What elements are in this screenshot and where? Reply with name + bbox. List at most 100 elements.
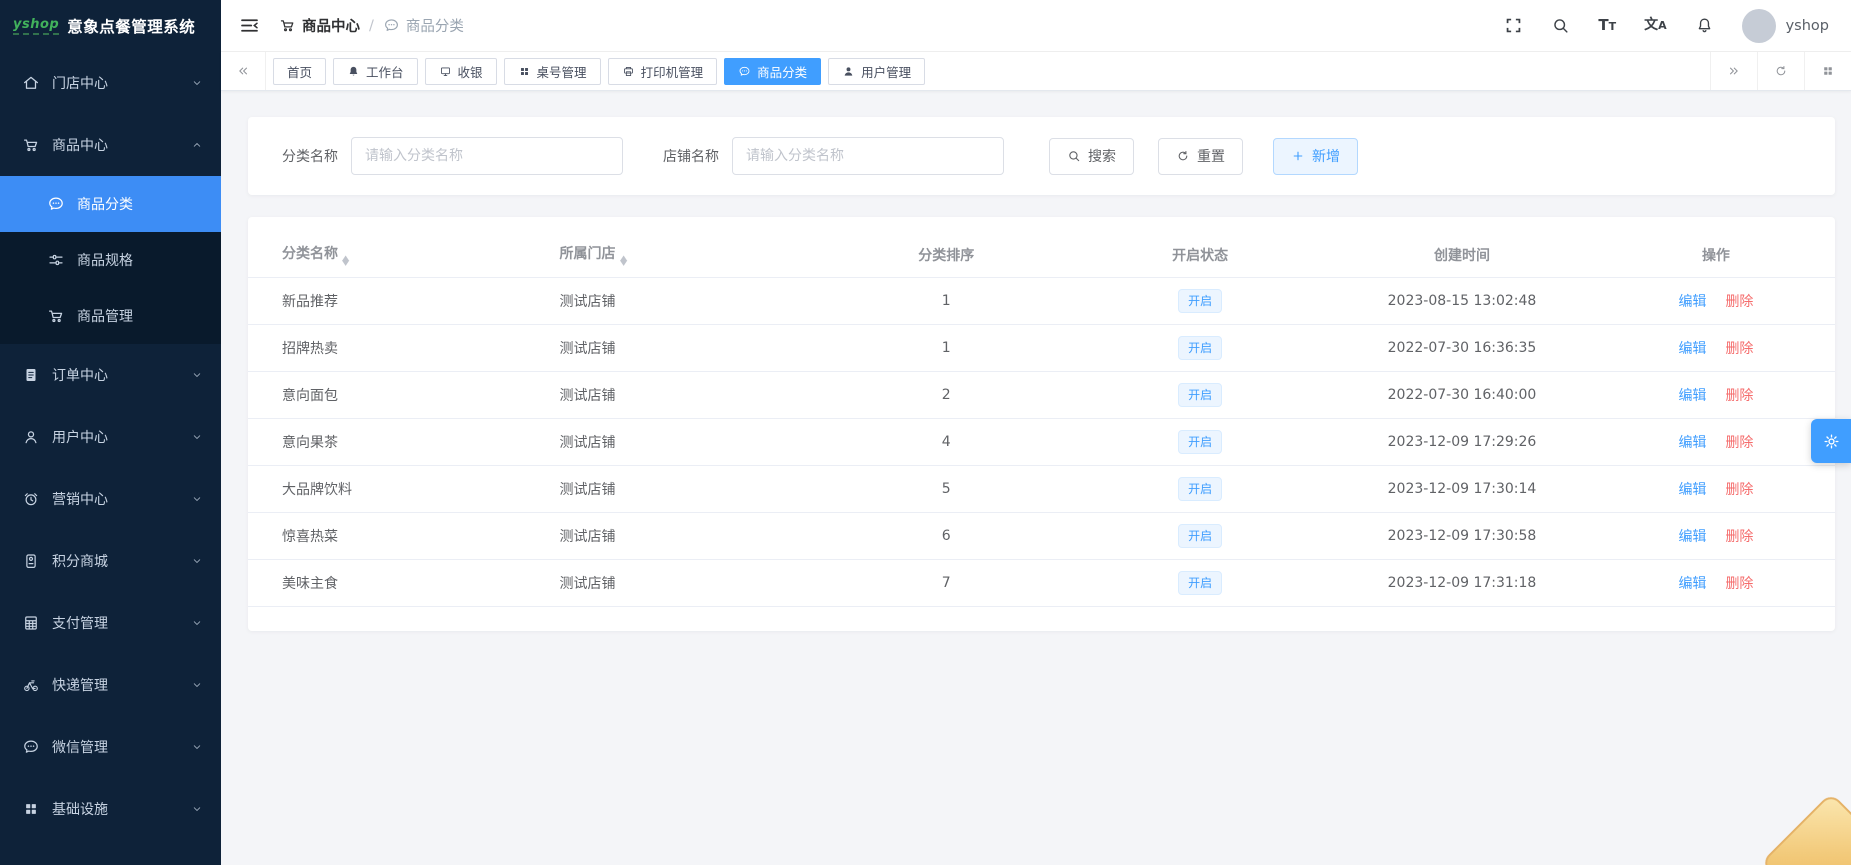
created-time-cell: 2022-07-30 16:40:00 xyxy=(1327,371,1597,418)
search-icon[interactable] xyxy=(1551,16,1570,35)
store-name-input[interactable] xyxy=(732,137,1004,175)
user-menu[interactable]: yshop xyxy=(1742,9,1829,43)
sort-cell: 1 xyxy=(819,324,1073,371)
delete-link[interactable]: 删除 xyxy=(1725,435,1753,451)
sort-caret-icon[interactable]: ▲▼ xyxy=(621,256,626,267)
chevron-down-icon xyxy=(191,369,203,381)
add-button[interactable]: 新增 xyxy=(1273,138,1358,175)
sidebar-item-order-center[interactable]: 订单中心 xyxy=(0,344,221,406)
sort-cell: 6 xyxy=(819,512,1073,559)
store-name-label: 店铺名称 xyxy=(663,146,719,166)
sidebar-item-payment-manage[interactable]: 支付管理 xyxy=(0,592,221,654)
sliders-icon xyxy=(47,251,65,269)
clipboard-icon xyxy=(22,366,40,384)
edit-link[interactable]: 编辑 xyxy=(1678,529,1706,545)
store-cell: 测试店铺 xyxy=(550,512,820,559)
tab-workbench[interactable]: 工作台 xyxy=(333,58,418,85)
sidebar-item-wechat-manage[interactable]: 微信管理 xyxy=(0,716,221,778)
delete-link[interactable]: 删除 xyxy=(1725,294,1753,310)
actions-cell: 编辑 删除 xyxy=(1597,324,1835,371)
column-header-label: 操作 xyxy=(1702,248,1730,264)
open-tabs: 首页工作台收银桌号管理打印机管理 商品分类 用户管理 xyxy=(266,52,1710,90)
edit-link[interactable]: 编辑 xyxy=(1678,435,1706,451)
sidebar-item-store-center[interactable]: 门店中心 xyxy=(0,52,221,114)
delete-link[interactable]: 删除 xyxy=(1725,388,1753,404)
category-table: 分类名称▲▼所属门店▲▼分类排序开启状态创建时间操作 新品推荐测试店铺1开启20… xyxy=(248,233,1835,607)
tab-label: 用户管理 xyxy=(861,62,911,81)
app-logo[interactable]: yshop 意象点餐管理系统 xyxy=(0,0,221,52)
tabs-scroll-left-button[interactable] xyxy=(221,52,266,90)
status-badge: 开启 xyxy=(1178,430,1222,454)
edit-link[interactable]: 编辑 xyxy=(1678,341,1706,357)
home-icon xyxy=(22,74,40,92)
search-button[interactable]: 搜索 xyxy=(1049,138,1134,175)
settings-fab-button[interactable] xyxy=(1811,419,1851,463)
sidebar-item-points-mall[interactable]: 积分商城 xyxy=(0,530,221,592)
delete-link[interactable]: 删除 xyxy=(1725,482,1753,498)
grid-filled-icon xyxy=(518,65,531,78)
translate-icon[interactable]: 文A xyxy=(1644,16,1667,35)
font-size-icon[interactable]: TT xyxy=(1598,16,1616,36)
sidebar-item-marketing-center[interactable]: 营销中心 xyxy=(0,468,221,530)
sidebar-item-infrastructure[interactable]: 基础设施 xyxy=(0,778,221,840)
tab-cashier[interactable]: 收银 xyxy=(425,58,497,85)
tab-printer-manage[interactable]: 打印机管理 xyxy=(608,58,718,85)
edit-link[interactable]: 编辑 xyxy=(1678,576,1706,592)
calculator-icon xyxy=(22,614,40,632)
monitor-icon xyxy=(439,65,452,78)
created-time-cell: 2023-12-09 17:29:26 xyxy=(1327,418,1597,465)
notification-bell-icon[interactable] xyxy=(1695,16,1714,35)
column-header-label: 创建时间 xyxy=(1434,248,1490,264)
breadcrumb-parent[interactable]: 商品中心 xyxy=(279,15,360,36)
delete-link[interactable]: 删除 xyxy=(1725,576,1753,592)
created-time-cell: 2023-12-09 17:31:18 xyxy=(1327,559,1597,606)
tabs-refresh-button[interactable] xyxy=(1757,52,1804,90)
chevron-up-icon xyxy=(191,139,203,151)
status-badge: 开启 xyxy=(1178,571,1222,595)
chevron-double-left-icon xyxy=(236,64,250,78)
status-badge: 开启 xyxy=(1178,524,1222,548)
category-name-cell: 意向面包 xyxy=(248,371,550,418)
status-cell: 开启 xyxy=(1073,277,1327,324)
sidebar-item-express-manage[interactable]: 快递管理 xyxy=(0,654,221,716)
table-header-row: 分类名称▲▼所属门店▲▼分类排序开启状态创建时间操作 xyxy=(248,233,1835,277)
chevron-down-icon xyxy=(191,741,203,753)
tabs-panel-button[interactable] xyxy=(1804,52,1851,90)
logo-mark: yshop xyxy=(13,17,59,35)
tab-home[interactable]: 首页 xyxy=(273,58,326,85)
reset-button[interactable]: 重置 xyxy=(1158,138,1243,175)
edit-link[interactable]: 编辑 xyxy=(1678,388,1706,404)
created-time-cell: 2023-12-09 17:30:14 xyxy=(1327,465,1597,512)
category-name-input[interactable] xyxy=(351,137,623,175)
collapse-sidebar-icon[interactable] xyxy=(239,15,260,36)
column-header-label: 所属门店 xyxy=(560,246,616,262)
sidebar-item-product-center[interactable]: 商品中心 xyxy=(0,114,221,176)
tab-table-manage[interactable]: 桌号管理 xyxy=(504,58,601,85)
sidebar-item-label: 支付管理 xyxy=(52,613,108,633)
delete-link[interactable]: 删除 xyxy=(1725,341,1753,357)
sort-caret-icon[interactable]: ▲▼ xyxy=(343,256,348,267)
actions-cell: 编辑 删除 xyxy=(1597,371,1835,418)
table-row: 大品牌饮料测试店铺5开启2023-12-09 17:30:14编辑删除 xyxy=(248,465,1835,512)
tab-label: 商品分类 xyxy=(757,62,807,81)
delete-link[interactable]: 删除 xyxy=(1725,529,1753,545)
store-cell: 测试店铺 xyxy=(550,371,820,418)
table-body: 新品推荐测试店铺1开启2023-08-15 13:02:48编辑删除招牌热卖测试… xyxy=(248,277,1835,606)
sidebar-item-user-center[interactable]: 用户中心 xyxy=(0,406,221,468)
created-time-cell: 2023-08-15 13:02:48 xyxy=(1327,277,1597,324)
fullscreen-icon[interactable] xyxy=(1504,16,1523,35)
sidebar-item-product-category[interactable]: 商品分类 xyxy=(0,176,221,232)
chevron-down-icon xyxy=(191,431,203,443)
sidebar-item-product-manage[interactable]: 商品管理 xyxy=(0,288,221,344)
sidebar-item-label: 营销中心 xyxy=(52,489,108,509)
tab-user-manage[interactable]: 用户管理 xyxy=(828,58,925,85)
status-cell: 开启 xyxy=(1073,418,1327,465)
edit-link[interactable]: 编辑 xyxy=(1678,294,1706,310)
username: yshop xyxy=(1786,18,1829,34)
sidebar-item-label: 微信管理 xyxy=(52,737,108,757)
tab-product-category[interactable]: 商品分类 xyxy=(724,58,821,85)
grid-filled-icon xyxy=(22,800,40,818)
sidebar-item-product-spec[interactable]: 商品规格 xyxy=(0,232,221,288)
edit-link[interactable]: 编辑 xyxy=(1678,482,1706,498)
tabs-scroll-right-button[interactable] xyxy=(1710,52,1757,90)
